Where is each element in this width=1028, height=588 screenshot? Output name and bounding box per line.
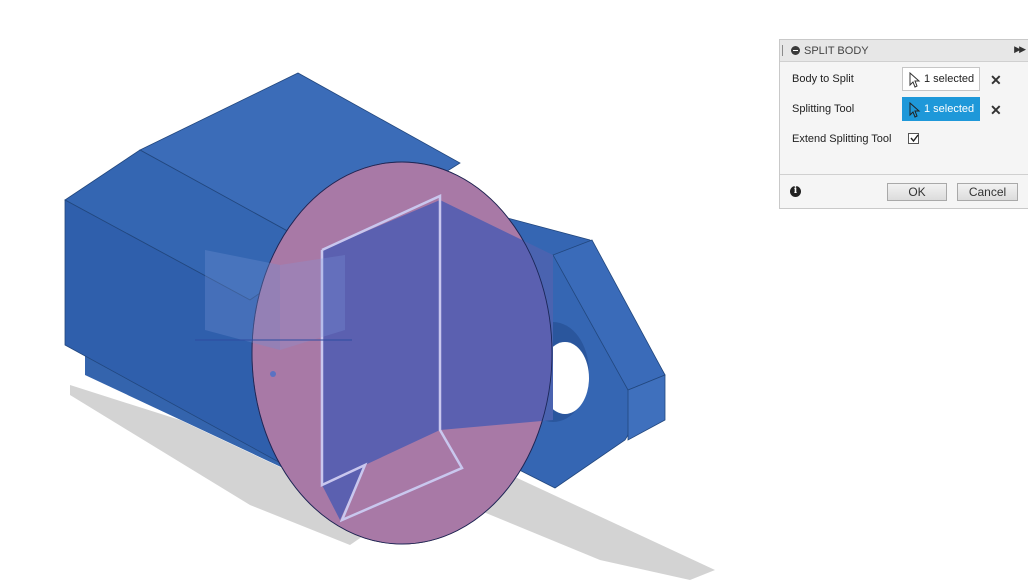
body-to-split-label: Body to Split bbox=[792, 73, 854, 85]
dialog-divider bbox=[780, 174, 1028, 175]
ok-button[interactable]: OK bbox=[887, 183, 947, 201]
drag-grip-icon[interactable] bbox=[782, 45, 785, 56]
clear-body-selection-button[interactable]: ✕ bbox=[990, 73, 1002, 87]
split-body-dialog[interactable]: SPLIT BODY ▶▶ Body to Split 1 selected ✕… bbox=[779, 39, 1028, 209]
cursor-icon bbox=[909, 72, 921, 88]
dialog-title: SPLIT BODY bbox=[804, 45, 869, 57]
clear-tool-selection-button[interactable]: ✕ bbox=[990, 103, 1002, 117]
checkmark-icon bbox=[910, 134, 919, 143]
cursor-icon bbox=[909, 102, 921, 118]
info-icon[interactable]: i bbox=[790, 186, 801, 197]
splitting-tool-selector[interactable]: 1 selected bbox=[902, 97, 980, 121]
body-to-split-value: 1 selected bbox=[924, 73, 975, 85]
dialog-header[interactable]: SPLIT BODY ▶▶ bbox=[780, 40, 1028, 62]
splitting-tool-plane[interactable] bbox=[251, 161, 553, 545]
origin-point bbox=[270, 371, 276, 377]
cancel-button[interactable]: Cancel bbox=[957, 183, 1018, 201]
extend-splitting-tool-label: Extend Splitting Tool bbox=[792, 133, 892, 145]
fast-forward-icon[interactable]: ▶▶ bbox=[1014, 44, 1026, 55]
splitting-tool-label: Splitting Tool bbox=[792, 103, 855, 115]
collapse-icon[interactable] bbox=[791, 46, 800, 55]
body-to-split-selector[interactable]: 1 selected bbox=[902, 67, 980, 91]
splitting-tool-value: 1 selected bbox=[924, 103, 975, 115]
extend-splitting-tool-checkbox[interactable] bbox=[908, 133, 919, 144]
